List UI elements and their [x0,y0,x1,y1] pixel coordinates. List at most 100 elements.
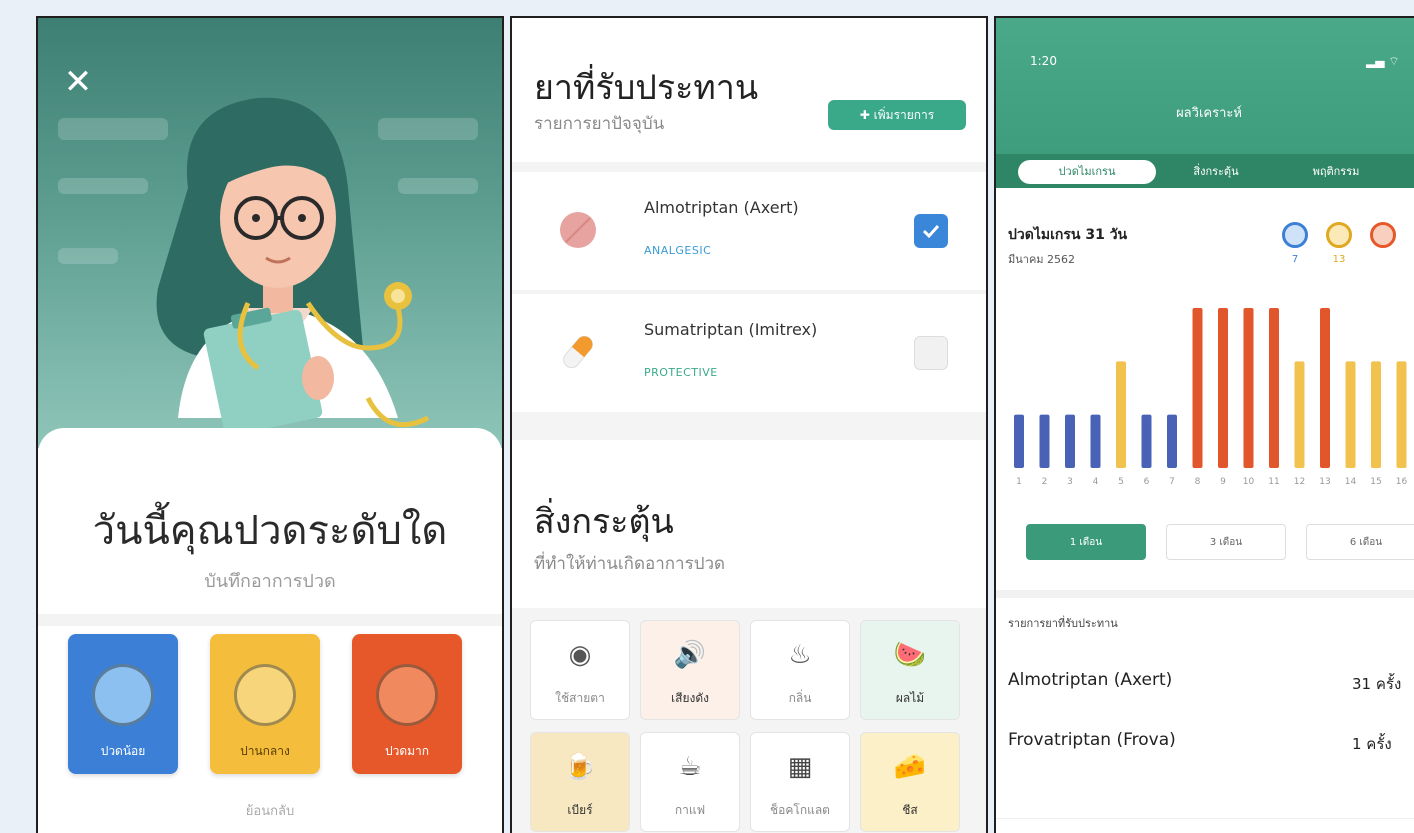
trigger-noise[interactable]: 🔊 เสียงดัง [640,620,740,720]
chart-bar [1243,308,1254,468]
app-header: 1:20 ▂▄ ⌔ ผลวิเคราะห์ ปวดไมเกรน สิ่งกระต… [996,18,1414,188]
medication-list-title: รายการยาที่รับประทาน [1008,617,1118,630]
smell-icon: ♨ [788,640,812,670]
chart-tick-label: 11 [1268,477,1279,487]
tab-bar: ปวดไมเกรน สิ่งกระตุ้น พฤติกรรม [996,154,1414,188]
medication-row[interactable]: Almotriptan (Axert) ANALGESIC [512,172,986,290]
medication-name: Frovatriptan (Frova) [1008,730,1176,750]
chart-bar [1192,308,1203,468]
triggers-subtitle: ที่ทำให้ท่านเกิดอาการปวด [534,554,726,574]
chart-bar [1039,414,1050,468]
range-6-month[interactable]: 6 เดือน [1306,524,1414,560]
mood-button-low[interactable]: ปวดน้อย [68,634,178,774]
chart-tick-label: 6 [1144,477,1150,487]
trigger-label: ชีส [902,803,918,817]
mood-label: ปวดมาก [384,744,430,758]
watermelon-icon: 🍉 [893,640,927,670]
medication-checkbox[interactable] [914,336,948,370]
trigger-label: ผลไม้ [895,691,925,705]
medications-subtitle: รายการยาปัจจุบัน [534,114,665,134]
chart-tick-label: 4 [1093,477,1099,487]
pain-bar-chart: 1 2 3 4 5 6 7 8 9 10 11 12 13 14 15 16 [1014,308,1408,487]
mood-label: ปวดน้อย [100,744,146,758]
tab-migraine[interactable]: ปวดไมเกรน [1018,160,1156,184]
chart-bar [1065,414,1075,468]
analysis-screen: 1:20 ▂▄ ⌔ ผลวิเคราะห์ ปวดไมเกรน สิ่งกระต… [994,16,1414,833]
add-medication-button[interactable]: ✚ เพิ่มรายการ [828,100,966,130]
chocolate-icon: ▦ [787,752,813,782]
signal-wifi-icon: ▂▄ ⌔ [1366,54,1400,68]
trigger-label: เบียร์ [567,803,593,817]
divider [512,412,986,440]
tab-triggers[interactable]: สิ่งกระตุ้น [1166,160,1266,184]
trigger-eye-strain[interactable]: ◉ ใช้สายตา [530,620,630,720]
chart-bar [1294,361,1305,468]
medication-category: ANALGESIC [644,244,712,257]
round-pill-icon [560,212,596,248]
divider [996,590,1414,598]
plus-icon: ✚ [859,108,874,122]
trigger-beer[interactable]: 🍺 เบียร์ [530,732,630,832]
chart-bar [1090,414,1101,468]
trigger-smell[interactable]: ♨ กลิ่น [750,620,850,720]
back-link[interactable]: ย้อนกลับ [38,800,502,821]
pain-level-screen: ✕ วันนี้คุณปวดระดับใด บันทึกอาการปวด ปวด… [36,16,504,833]
screen-title: ผลวิเคราะห์ [1176,106,1242,121]
trigger-fruit[interactable]: 🍉 ผลไม้ [860,620,960,720]
chart-bar [1141,414,1152,468]
range-3-month[interactable]: 3 เดือน [1166,524,1286,560]
range-1-month[interactable]: 1 เดือน [1026,524,1146,560]
chart-tick-label: 16 [1396,477,1408,487]
trigger-coffee[interactable]: ☕ กาแฟ [640,732,740,832]
medication-row[interactable]: Sumatriptan (Imitrex) PROTECTIVE [512,294,986,412]
summary-heading: ปวดไมเกรน 31 วัน [1008,227,1128,243]
hero-illustration [38,18,502,448]
mood-button-high[interactable]: ปวดมาก [352,634,462,774]
trigger-label: ช็อคโกแลต [770,803,830,817]
mood-button-medium[interactable]: ปานกลาง [210,634,320,774]
chart-tick-label: 5 [1118,477,1124,487]
coffee-icon: ☕ [678,752,702,782]
chart-tick-label: 1 [1016,477,1022,487]
high-pain-face-icon [1370,222,1396,248]
medication-name: Almotriptan (Axert) [644,198,799,217]
summary-month: มีนาคม 2562 [1008,253,1076,266]
divider [512,162,986,172]
medium-pain-count: 13 [1332,254,1346,265]
angry-face-icon [376,664,438,726]
medication-name: Sumatriptan (Imitrex) [644,320,818,339]
trigger-label: กาแฟ [674,803,706,817]
trigger-label: กลิ่น [788,691,812,705]
chart-tick-label: 9 [1220,477,1226,487]
chart-tick-label: 8 [1195,477,1201,487]
chart-tick-label: 12 [1294,477,1305,487]
eye-icon: ◉ [568,640,592,670]
chart-tick-label: 7 [1169,477,1175,487]
medication-checkbox[interactable] [914,214,948,248]
medium-pain-face-icon [1326,222,1352,248]
chart-bar [1116,361,1126,468]
chart-bar [1269,308,1279,468]
chart-tick-label: 3 [1067,477,1073,487]
beer-icon: 🍺 [563,752,597,782]
capsule-icon [563,335,593,369]
chart-bar [1218,308,1228,468]
divider [996,818,1414,819]
status-time: 1:20 [1030,54,1057,68]
medication-name: Almotriptan (Axert) [1008,670,1173,690]
tab-behavior[interactable]: พฤติกรรม [1286,160,1386,184]
medication-count: 31 ครั้ง [1352,675,1402,693]
chart-bar [1320,308,1330,468]
trigger-label: ใช้สายตา [555,691,605,705]
medication-category: PROTECTIVE [644,366,718,379]
page-title: วันนี้คุณปวดระดับใด [92,508,448,554]
chart-bar [1396,361,1407,468]
trigger-chocolate[interactable]: ▦ ช็อคโกแลต [750,732,850,832]
mood-label: ปานกลาง [240,744,290,758]
trigger-cheese[interactable]: 🧀 ชีส [860,732,960,832]
close-button[interactable]: ✕ [58,62,98,102]
speaker-icon: 🔊 [673,640,707,670]
medications-title: ยาที่รับประทาน [534,68,759,108]
chart-bar [1371,361,1381,468]
chart-bar [1014,414,1024,468]
